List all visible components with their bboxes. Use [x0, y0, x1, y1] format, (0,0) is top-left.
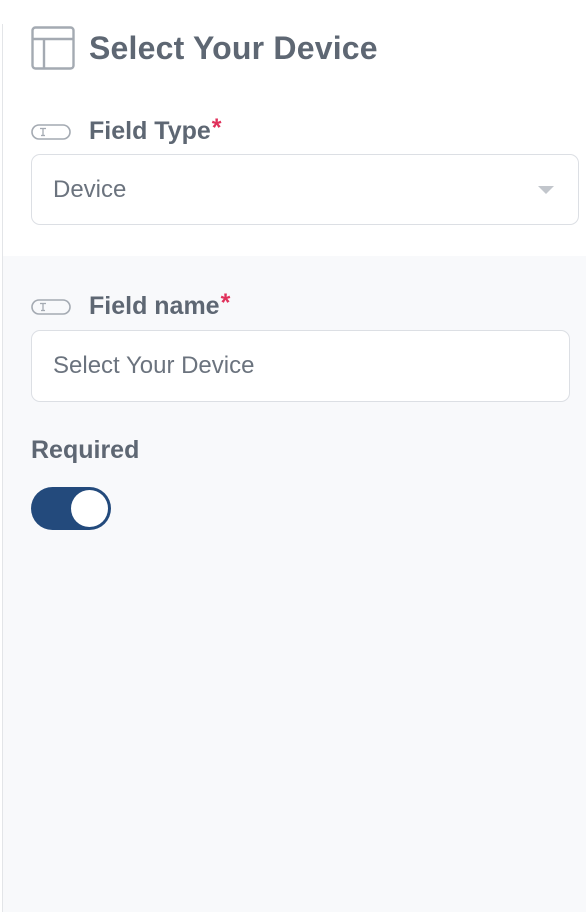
field-type-select[interactable]: Device: [31, 154, 579, 225]
layout-panel-icon: [31, 26, 75, 70]
required-asterisk: *: [220, 289, 231, 317]
field-name-label: Field name: [89, 292, 220, 320]
field-type-label-row: Field Type *: [31, 114, 222, 146]
field-settings-panel: Select Your Device Field Type * Device Fi…: [0, 0, 586, 912]
page-title: Select Your Device: [89, 29, 378, 66]
field-name-label-row: Field name *: [31, 289, 231, 321]
required-toggle[interactable]: [31, 487, 111, 530]
toggle-knob: [71, 490, 108, 527]
text-field-pill-icon: [31, 123, 71, 140]
field-type-label: Field Type: [89, 117, 211, 145]
required-label: Required: [31, 436, 140, 464]
required-asterisk: *: [211, 114, 222, 142]
field-type-selected-value: Device: [53, 175, 127, 203]
panel-header: Select Your Device: [31, 26, 378, 70]
chevron-down-icon: [538, 186, 554, 194]
text-field-pill-icon: [31, 298, 71, 315]
field-name-input[interactable]: [31, 330, 570, 402]
